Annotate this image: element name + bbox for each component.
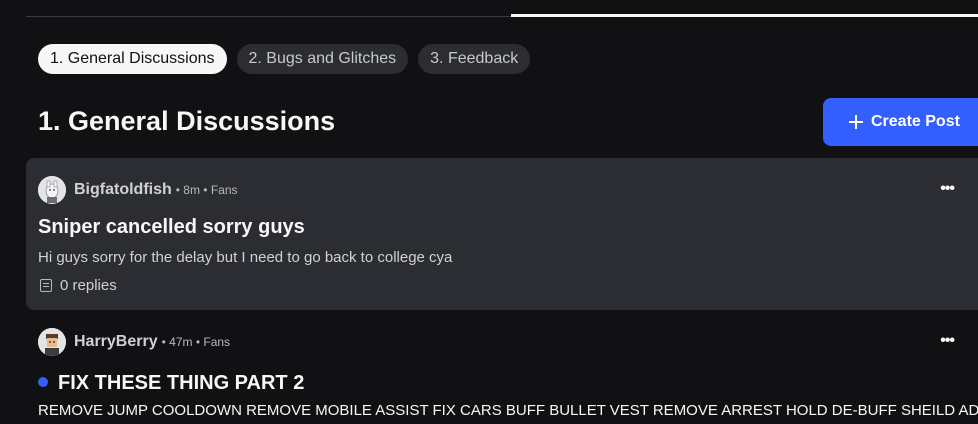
- category-chips: 1. General Discussions 2. Bugs and Glitc…: [38, 44, 531, 74]
- post-time-and-tag: • 47m • Fans: [161, 335, 231, 349]
- more-options-icon[interactable]: •••: [940, 180, 955, 198]
- post-body: REMOVE JUMP COOLDOWN REMOVE MOBILE ASSIS…: [38, 402, 978, 419]
- category-chip-general[interactable]: 1. General Discussions: [38, 44, 227, 74]
- post-meta: Bigfatoldfish • 8m • Fans: [38, 176, 238, 204]
- post-card[interactable]: HarryBerry • 47m • Fans ••• FIX THESE TH…: [26, 322, 978, 424]
- unread-dot-icon: [38, 377, 48, 387]
- post-card[interactable]: Bigfatoldfish • 8m • Fans ••• Sniper can…: [26, 158, 978, 310]
- category-chip-bugs[interactable]: 2. Bugs and Glitches: [236, 44, 409, 74]
- replies-count: 0 replies: [38, 277, 117, 294]
- forum-page: 1. General Discussions 2. Bugs and Glitc…: [0, 0, 978, 424]
- plus-icon: [849, 115, 863, 129]
- more-options-icon[interactable]: •••: [940, 332, 955, 350]
- replies-label: 0 replies: [60, 277, 117, 294]
- post-time-and-tag: • 8m • Fans: [175, 183, 238, 197]
- post-title[interactable]: Sniper cancelled sorry guys: [38, 216, 305, 239]
- create-post-button[interactable]: Create Post: [823, 98, 978, 146]
- category-chip-feedback[interactable]: 3. Feedback: [418, 44, 531, 74]
- replies-icon: [40, 279, 52, 292]
- active-tab-underline: [511, 14, 978, 17]
- post-author[interactable]: HarryBerry: [74, 333, 158, 351]
- avatar[interactable]: [38, 176, 66, 204]
- post-meta: HarryBerry • 47m • Fans: [38, 328, 230, 356]
- post-author[interactable]: Bigfatoldfish: [74, 181, 172, 199]
- create-post-label: Create Post: [871, 113, 960, 130]
- page-title: 1. General Discussions: [38, 106, 336, 136]
- post-body: Hi guys sorry for the delay but I need t…: [38, 249, 453, 266]
- post-title[interactable]: FIX THESE THING PART 2: [58, 372, 304, 395]
- avatar[interactable]: [38, 328, 66, 356]
